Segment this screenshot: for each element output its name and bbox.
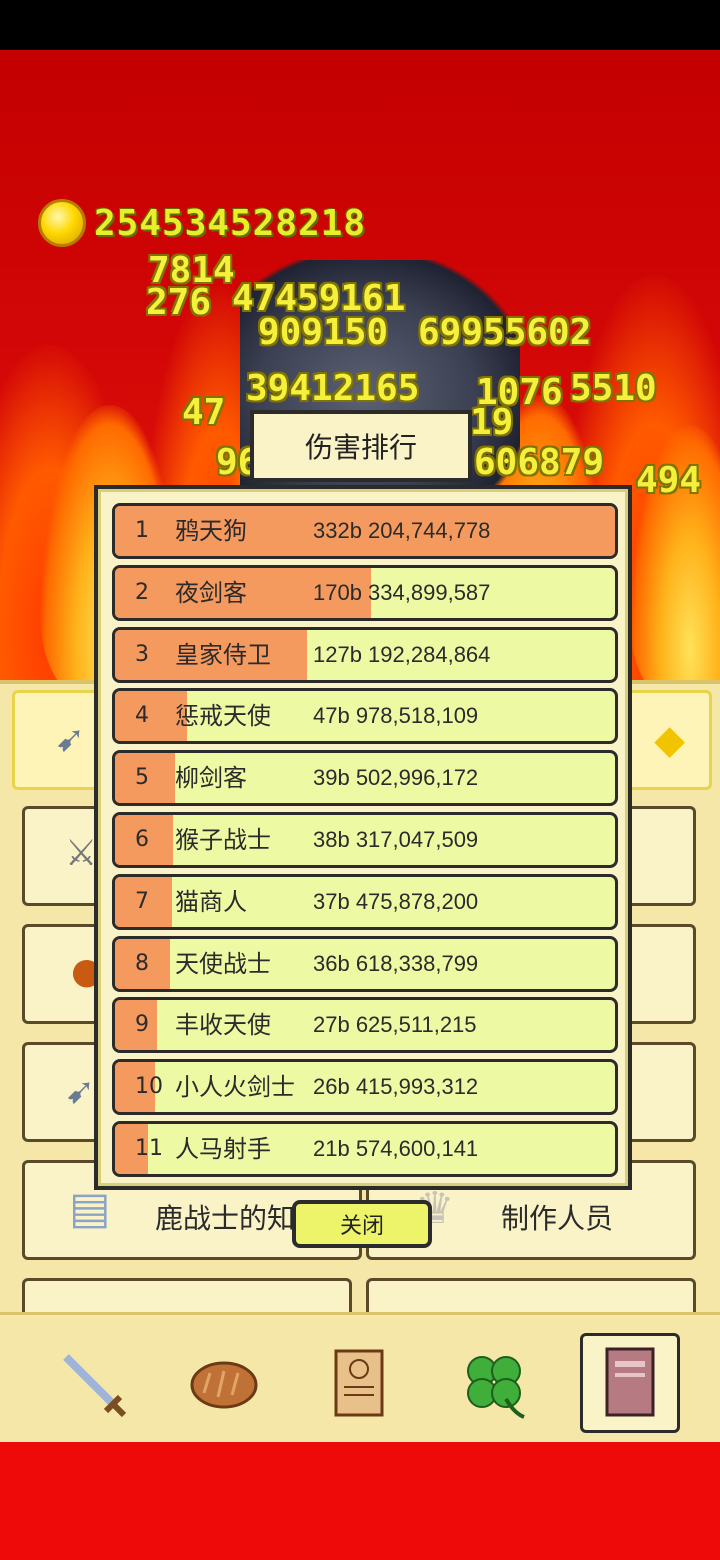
damage-ranking-dialog: 1 鸦天狗 332b 204,744,778 2 夜剑客 170b 334,899,587… bbox=[94, 485, 632, 1190]
coin-icon bbox=[38, 199, 86, 247]
damage-value: 36b 618,338,799 bbox=[313, 950, 479, 976]
rank-number: 4 bbox=[135, 703, 149, 729]
hero-name: 猴子战士 bbox=[175, 825, 271, 854]
ranking-row: 2 夜剑客 170b 334,899,587 bbox=[112, 564, 618, 621]
damage-number: 19 bbox=[470, 402, 514, 443]
bird-icon: ➹ bbox=[65, 1071, 96, 1112]
hero-name: 夜剑客 bbox=[175, 578, 247, 607]
ranking-row: 8 天使战士 36b 618,338,799 bbox=[112, 935, 618, 992]
rank-number: 3 bbox=[135, 641, 149, 667]
damage-number: 909150 bbox=[258, 312, 389, 353]
hero-name: 柳剑客 bbox=[175, 764, 247, 793]
scroll-icon bbox=[334, 1349, 384, 1417]
nav-bread[interactable] bbox=[174, 1333, 274, 1433]
rank-number: 1 bbox=[135, 518, 149, 543]
hero-name: 天使战士 bbox=[175, 949, 271, 978]
rank-number: 11 bbox=[135, 1135, 163, 1161]
book-icon bbox=[605, 1347, 655, 1417]
damage-number: 276 bbox=[146, 282, 212, 323]
ranking-list: 1 鸦天狗 332b 204,744,778 2 夜剑客 170b 334,899,587… bbox=[112, 503, 618, 1183]
rank-number: 6 bbox=[135, 826, 149, 852]
bottom-nav bbox=[0, 1312, 720, 1442]
rank-number: 9 bbox=[135, 1012, 149, 1038]
nav-scroll[interactable] bbox=[310, 1333, 410, 1433]
sword-icon bbox=[63, 1354, 127, 1418]
ranking-row: 5 柳剑客 39b 502,996,172 bbox=[112, 750, 618, 807]
damage-number: 47 bbox=[182, 392, 226, 433]
close-button[interactable]: 关闭 bbox=[292, 1200, 432, 1248]
damage-value: 47b 978,518,109 bbox=[313, 703, 479, 729]
damage-value: 38b 317,047,509 bbox=[313, 826, 479, 852]
damage-number: 494 bbox=[636, 460, 702, 501]
damage-number: 606879 bbox=[474, 442, 605, 483]
rank-number: 2 bbox=[135, 579, 149, 605]
bottom-border bbox=[0, 1442, 720, 1560]
book-icon: ▤ bbox=[69, 1183, 111, 1234]
bread-icon bbox=[190, 1361, 258, 1409]
clover-icon bbox=[467, 1356, 525, 1419]
damage-number: 39412165 bbox=[246, 368, 420, 409]
ranking-row: 3 皇家侍卫 127b 192,284,864 bbox=[112, 626, 618, 683]
nav-clover[interactable] bbox=[444, 1333, 544, 1433]
hero-name: 小人火剑士 bbox=[175, 1073, 295, 1102]
rank-number: 10 bbox=[135, 1074, 163, 1100]
damage-value: 27b 625,511,215 bbox=[313, 1012, 477, 1038]
ranking-row: 1 鸦天狗 332b 204,744,778 bbox=[112, 503, 618, 559]
damage-value: 26b 415,993,312 bbox=[313, 1074, 479, 1100]
rank-number: 8 bbox=[135, 950, 149, 976]
damage-number: 5510 bbox=[570, 368, 657, 409]
nav-sword[interactable] bbox=[42, 1333, 142, 1433]
hero-name: 鸦天狗 bbox=[175, 517, 247, 545]
ranking-row: 4 惩戒天使 47b 978,518,109 bbox=[112, 688, 618, 745]
cheese-icon: ◆ bbox=[654, 717, 685, 763]
damage-value: 170b 334,899,587 bbox=[313, 579, 491, 605]
damage-value: 127b 192,284,864 bbox=[313, 641, 491, 667]
hero-name: 猫商人 bbox=[175, 887, 247, 916]
damage-value: 37b 475,878,200 bbox=[313, 888, 479, 914]
rank-number: 7 bbox=[135, 888, 149, 914]
ranking-row: 11 人马射手 21b 574,600,141 bbox=[112, 1120, 618, 1177]
dialog-title: 伤害排行 bbox=[250, 410, 472, 482]
ranking-row: 7 猫商人 37b 475,878,200 bbox=[112, 873, 618, 930]
coin-value: 254534528218 bbox=[94, 202, 367, 244]
rank-number: 5 bbox=[135, 765, 149, 791]
nav-book[interactable] bbox=[580, 1333, 680, 1433]
sword-icon: ⚔ bbox=[65, 833, 98, 874]
ranking-row: 9 丰收天使 27b 625,511,215 bbox=[112, 997, 618, 1054]
damage-value: 39b 502,996,172 bbox=[313, 765, 479, 791]
hero-name: 惩戒天使 bbox=[175, 702, 271, 731]
hero-name: 人马射手 bbox=[175, 1134, 271, 1163]
damage-number: 69955602 bbox=[418, 312, 592, 353]
ranking-row: 6 猴子战士 38b 317,047,509 bbox=[112, 811, 618, 868]
ranking-row: 10 小人火剑士 26b 415,993,312 bbox=[112, 1059, 618, 1116]
hero-name: 丰收天使 bbox=[175, 1011, 271, 1040]
hero-name: 皇家侍卫 bbox=[175, 640, 271, 669]
damage-value: 21b 574,600,141 bbox=[313, 1135, 479, 1161]
status-bar bbox=[0, 0, 720, 50]
coin-counter: 254534528218 bbox=[38, 198, 366, 248]
bird-icon: ➹ bbox=[55, 719, 86, 760]
damage-value: 332b 204,744,778 bbox=[313, 518, 491, 543]
credits-label: 制作人员 bbox=[501, 1202, 614, 1235]
